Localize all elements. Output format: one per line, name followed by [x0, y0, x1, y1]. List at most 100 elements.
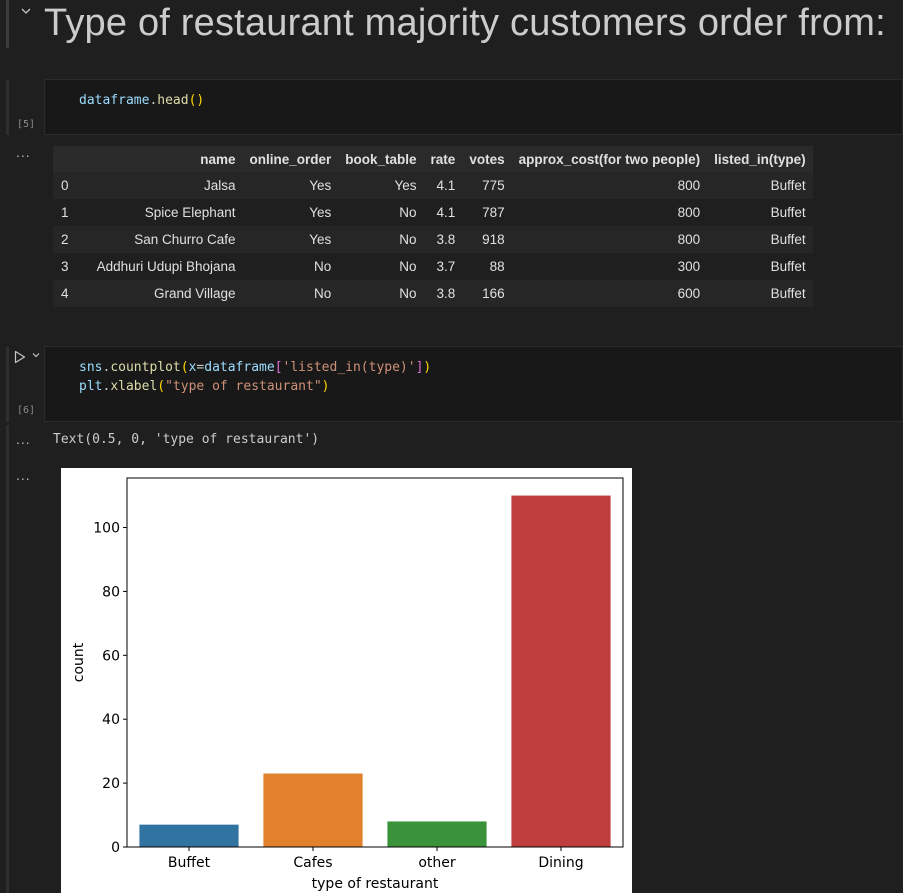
table-cell: 3.8 [423, 226, 463, 253]
table-cell: 800 [511, 226, 708, 253]
table-row: 1 Spice Elephant Yes No 4.1 787 800 Buff… [53, 199, 813, 226]
code-line: dataframe.head() [79, 92, 204, 110]
run-cell-icon[interactable] [12, 349, 28, 365]
y-tick-label: 40 [102, 712, 120, 728]
y-tick-label: 100 [93, 521, 120, 537]
table-row: 2 San Churro Cafe Yes No 3.8 918 800 Buf… [53, 226, 813, 253]
table-cell: No [242, 253, 339, 280]
bar-cafes [263, 773, 363, 847]
table-cell: Buffet [707, 253, 813, 280]
column-header: votes [462, 146, 512, 172]
table-row: 4 Grand Village No No 3.8 166 600 Buffet [53, 280, 813, 307]
x-tick-label: Dining [538, 855, 583, 871]
execution-count: [5] [17, 119, 36, 130]
code-token: 'listed_in(type)' [282, 360, 416, 375]
table-cell: Buffet [707, 172, 813, 199]
bar-dining [511, 495, 611, 847]
table-cell: 787 [462, 199, 512, 226]
y-tick-label: 0 [111, 840, 120, 856]
chevron-down-icon[interactable] [19, 4, 33, 18]
table-cell: 166 [462, 280, 512, 307]
code-token: ( [180, 360, 189, 375]
column-header: rate [423, 146, 463, 172]
row-index: 2 [53, 226, 83, 253]
column-header: name [82, 146, 243, 172]
markdown-heading: Type of restaurant majority customers or… [44, 2, 886, 44]
table-cell: 3.7 [423, 253, 463, 280]
cell-focus-bar [6, 0, 9, 48]
markdown-cell[interactable]: Type of restaurant majority customers or… [0, 0, 903, 50]
code-cell-editor[interactable]: dataframe.head() [44, 79, 903, 135]
table-cell: Yes [338, 172, 424, 199]
table-cell: 4.1 [423, 199, 463, 226]
code-token: () [188, 93, 205, 108]
output-menu-dots[interactable]: ... [16, 467, 31, 483]
code-line: plt.xlabel("type of restaurant") [79, 378, 329, 396]
code-token: sns [79, 360, 103, 375]
table-cell: Addhuri Udupi Bhojana [82, 253, 243, 280]
row-index: 3 [53, 253, 83, 280]
table-cell: Buffet [707, 199, 813, 226]
table-cell: 918 [462, 226, 512, 253]
code-token: plt [79, 379, 103, 394]
code-cell-editor[interactable]: sns.countplot(x=dataframe['listed_in(typ… [44, 346, 903, 422]
row-index: 0 [53, 172, 83, 199]
table-header-row: name online_order book_table rate votes … [53, 146, 813, 172]
cell-side-bar [6, 80, 9, 135]
table-cell: No [338, 280, 424, 307]
chevron-down-icon[interactable] [31, 350, 41, 363]
output-menu-dots[interactable]: ... [16, 144, 31, 160]
column-header: book_table [338, 146, 424, 172]
table-cell: Spice Elephant [82, 199, 243, 226]
table-row: 3 Addhuri Udupi Bhojana No No 3.7 88 300… [53, 253, 813, 280]
code-line: sns.countplot(x=dataframe['listed_in(typ… [79, 359, 431, 377]
x-tick-label: Buffet [168, 855, 211, 871]
table-cell: Buffet [707, 280, 813, 307]
table-cell: No [338, 199, 424, 226]
y-tick-label: 80 [102, 584, 120, 600]
column-header: approx_cost(for two people) [511, 146, 708, 172]
y-tick-label: 60 [102, 648, 120, 664]
table-cell: No [242, 280, 339, 307]
code-token: "type of restaurant" [165, 379, 322, 394]
code-token: xlabel [110, 379, 158, 394]
y-axis-label: count [71, 642, 87, 682]
table-cell: 800 [511, 199, 708, 226]
row-index: 4 [53, 280, 83, 307]
code-token: dataframe [204, 360, 275, 375]
table-cell: Yes [242, 226, 339, 253]
dataframe-table: name online_order book_table rate votes … [53, 146, 813, 307]
code-token: ( [157, 379, 166, 394]
table-cell: 300 [511, 253, 708, 280]
x-axis-label: type of restaurant [312, 876, 439, 892]
code-token: ) [321, 379, 330, 394]
code-token: ) [423, 360, 432, 375]
table-cell: Grand Village [82, 280, 243, 307]
code-token: head [157, 93, 189, 108]
table-cell: No [338, 253, 424, 280]
table-cell: Jalsa [82, 172, 243, 199]
table-cell: 800 [511, 172, 708, 199]
x-tick-label: Cafes [293, 855, 332, 871]
bar-other [387, 821, 487, 847]
chart-svg: 0 20 40 60 80 100 Buffet Cafes other Dining type o… [71, 477, 624, 892]
column-header: online_order [242, 146, 339, 172]
table-cell: 775 [462, 172, 512, 199]
table-cell: 3.8 [423, 280, 463, 307]
table-cell: No [338, 226, 424, 253]
countplot-chart: 0 20 40 60 80 100 Buffet Cafes other Dining type o… [61, 468, 632, 893]
output-menu-dots[interactable]: ... [16, 431, 31, 447]
code-token: [ [274, 360, 283, 375]
text-output: Text(0.5, 0, 'type of restaurant') [53, 432, 320, 447]
table-row: 0 Jalsa Yes Yes 4.1 775 800 Buffet [53, 172, 813, 199]
table-cell: Yes [242, 199, 339, 226]
table-cell: Yes [242, 172, 339, 199]
row-index: 1 [53, 199, 83, 226]
execution-count: [6] [17, 405, 36, 416]
table-cell: 600 [511, 280, 708, 307]
cell-side-bar [6, 347, 9, 422]
bar-buffet [139, 824, 239, 847]
x-tick-label: other [418, 855, 456, 871]
table-cell: San Churro Cafe [82, 226, 243, 253]
column-header: listed_in(type) [707, 146, 813, 172]
